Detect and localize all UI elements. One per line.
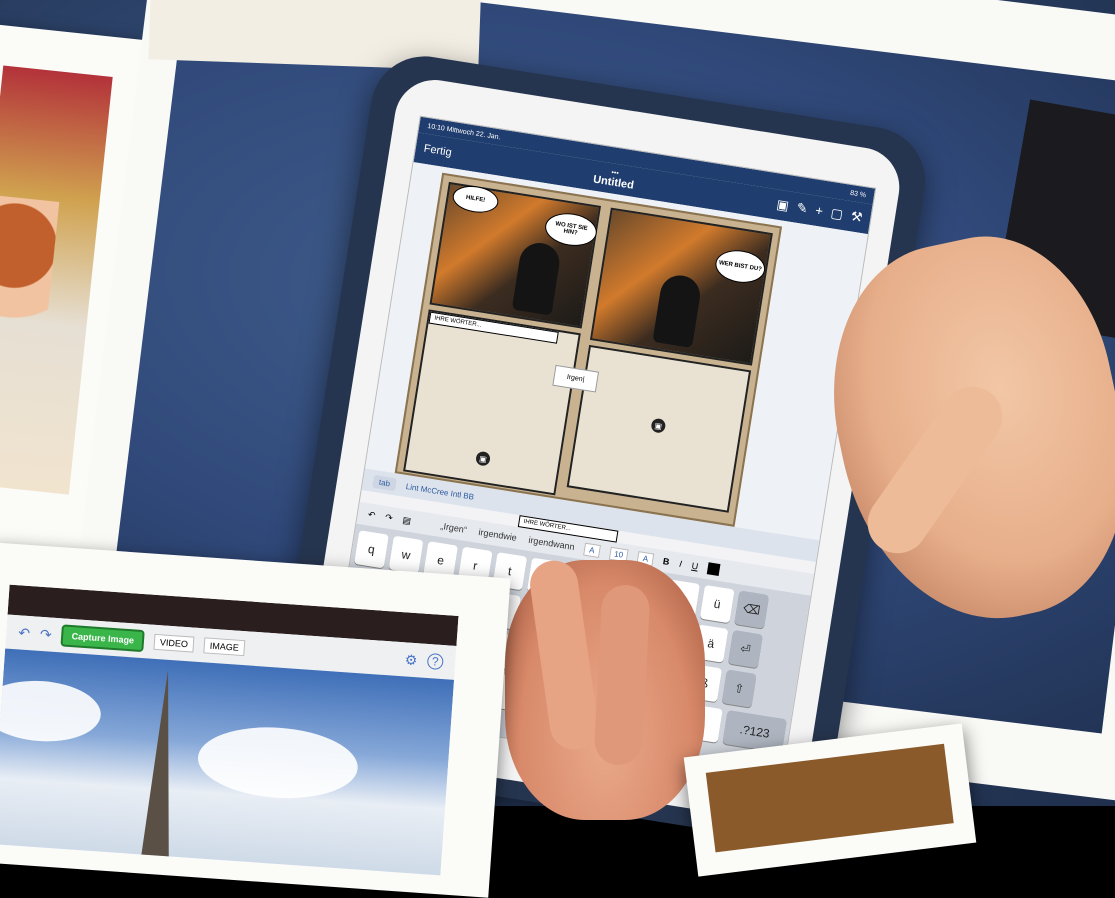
gear-icon[interactable]: ⚙ (404, 651, 418, 669)
add-image-icon[interactable]: ▣ (650, 417, 667, 434)
document-title: Untitled (592, 173, 635, 192)
italic-button[interactable]: I (679, 559, 683, 569)
suggestion-2[interactable]: irgendwie (478, 527, 518, 543)
underline-button[interactable]: U (691, 561, 699, 572)
add-image-icon[interactable]: ▣ (475, 450, 492, 467)
suggestion-3[interactable]: irgendwann (528, 535, 576, 552)
redo-icon[interactable]: ↷ (39, 625, 52, 643)
color-swatch[interactable] (707, 562, 721, 577)
document-icon[interactable]: ▣ (775, 197, 790, 215)
redo-icon[interactable]: ↷ (384, 512, 394, 524)
cloud (195, 722, 361, 804)
comic-panel-1[interactable]: HILFE! WO IST SIE HIN? (429, 181, 602, 329)
undo-icon[interactable]: ↶ (18, 624, 31, 642)
font-size-down[interactable]: A (583, 542, 601, 558)
battery-indicator: 83 % (849, 189, 867, 199)
return-key[interactable]: ⏎ (728, 629, 763, 669)
image-tab[interactable]: IMAGE (203, 637, 246, 657)
app-screenshot: ↶ ↷ Capture Image VIDEO IMAGE ⚙ ? (0, 584, 459, 876)
speech-bubble-3[interactable]: WER BIST DU? (713, 246, 768, 287)
key[interactable]: q (354, 530, 389, 569)
comic-page: HILFE! WO IST SIE HIN? WER BIST DU? IHRE… (394, 172, 783, 527)
eiffel-tower (140, 668, 183, 861)
figure-silhouette (652, 272, 703, 348)
status-time: 10:10 (426, 122, 446, 133)
eiffel-tower-photo (0, 648, 455, 876)
wrench-icon[interactable]: ⚒ (850, 208, 864, 226)
plus-icon[interactable]: + (814, 203, 824, 220)
font-name[interactable]: Lint McCree Intl BB (405, 481, 474, 501)
key[interactable]: ü (699, 584, 735, 624)
tab-key[interactable]: tab (372, 474, 398, 491)
brush-icon[interactable]: ✎ (795, 200, 809, 218)
shift-key[interactable]: ⇧ (721, 669, 757, 708)
key[interactable]: w (388, 535, 424, 574)
page-icon[interactable]: ▢ (830, 205, 844, 223)
help-icon[interactable]: ? (426, 652, 444, 671)
speech-bubble-2[interactable]: WO IST SIE HIN? (542, 209, 600, 250)
figure-silhouette (511, 240, 563, 316)
done-button[interactable]: Fertig (423, 143, 453, 159)
video-tab[interactable]: VIDEO (153, 633, 195, 653)
undo-icon[interactable]: ↶ (367, 509, 376, 521)
comic-panel-3[interactable]: IHRE WÖRTER... ▣ (403, 309, 581, 496)
capture-image-button[interactable]: Capture Image (60, 624, 145, 653)
delete-key[interactable]: ⌫ (734, 590, 770, 629)
suggestion-1[interactable]: „Irgen“ (440, 521, 468, 535)
comic-panel-2[interactable]: WER BIST DU? (589, 207, 773, 366)
bold-button[interactable]: B (662, 556, 670, 567)
speech-bubble-1[interactable]: HILFE! (450, 182, 501, 216)
cloud (0, 676, 103, 746)
bottom-right-photo (705, 743, 954, 853)
clipboard-icon[interactable]: ▤ (402, 514, 412, 526)
typing-finger (593, 583, 651, 767)
